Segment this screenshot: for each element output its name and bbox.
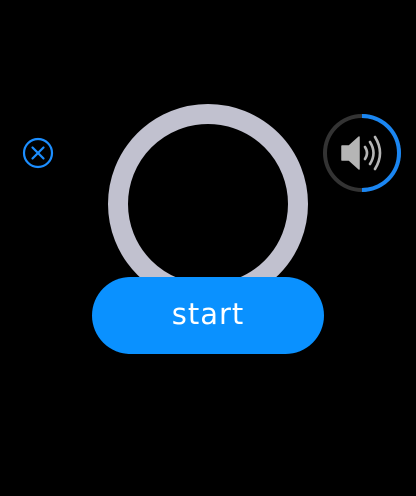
close-button[interactable] [22,137,54,169]
speaker-volume-icon [341,135,382,171]
close-circle-icon [22,137,54,169]
ring-indicator [108,104,308,304]
start-button-label: start [171,297,245,331]
volume-control[interactable] [320,113,404,197]
start-button[interactable]: start [92,277,324,354]
